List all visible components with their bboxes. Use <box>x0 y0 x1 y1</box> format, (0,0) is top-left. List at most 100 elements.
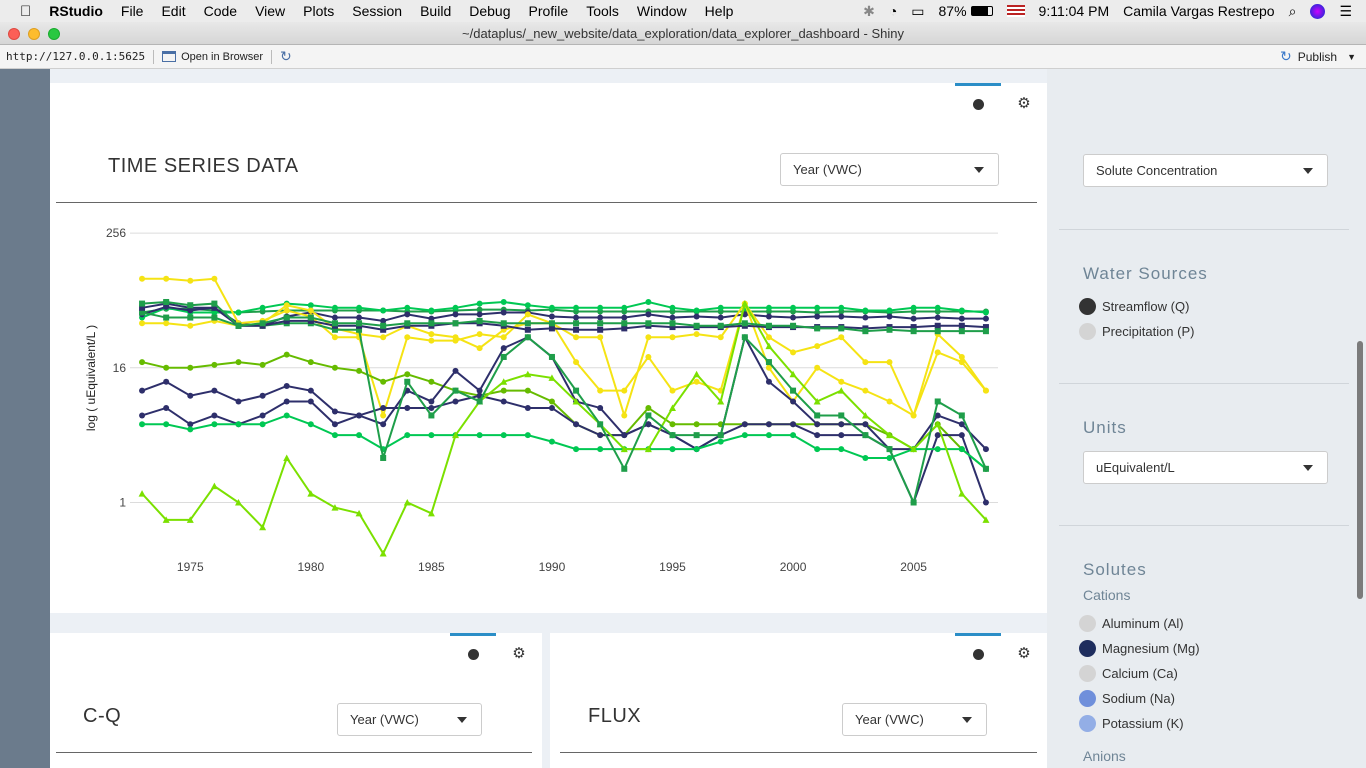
notification-center-icon[interactable]: ☰ <box>1339 3 1352 20</box>
data-point <box>765 359 772 366</box>
caret-down-icon <box>1303 168 1313 174</box>
data-point <box>211 314 218 321</box>
menu-tools[interactable]: Tools <box>586 3 619 19</box>
menu-profile[interactable]: Profile <box>529 3 569 19</box>
option-potassium[interactable]: Potassium (K) <box>1079 715 1184 732</box>
app-url[interactable]: http://127.0.0.1:5625 <box>6 50 145 63</box>
data-point <box>331 314 338 321</box>
menu-app-name[interactable]: RStudio <box>49 3 103 19</box>
dot-icon <box>972 649 984 660</box>
sidebar-divider <box>1059 229 1349 230</box>
data-point <box>597 421 604 428</box>
time-scale-select[interactable]: Year (VWC) <box>780 153 999 186</box>
user-name[interactable]: Camila Vargas Restrepo <box>1123 3 1274 19</box>
data-point <box>621 304 628 311</box>
data-point <box>404 334 411 341</box>
data-point <box>307 307 314 314</box>
units-select[interactable]: uEquivalent/L <box>1083 451 1328 484</box>
data-point <box>187 426 194 433</box>
data-point <box>548 404 555 411</box>
data-point <box>548 353 555 360</box>
menu-view[interactable]: View <box>255 3 285 19</box>
data-point <box>958 353 965 360</box>
data-point <box>428 432 435 439</box>
data-point <box>982 387 989 394</box>
option-label: Streamflow (Q) <box>1102 299 1190 314</box>
data-point <box>838 334 845 341</box>
zoom-window-button[interactable] <box>48 28 60 40</box>
tab-plot[interactable] <box>450 633 496 673</box>
data-point <box>814 421 821 428</box>
minimize-window-button[interactable] <box>28 28 40 40</box>
data-point <box>862 359 869 366</box>
data-point <box>476 300 483 307</box>
flux-time-scale-select[interactable]: Year (VWC) <box>842 703 987 736</box>
data-point <box>524 311 531 318</box>
spotlight-icon[interactable]: ⌕ <box>1289 3 1297 20</box>
data-point <box>838 304 845 311</box>
units-heading: Units <box>1083 418 1127 437</box>
menu-code[interactable]: Code <box>204 3 237 19</box>
data-point <box>645 404 652 411</box>
data-point <box>790 432 797 439</box>
option-magnesium[interactable]: Magnesium (Mg) <box>1079 640 1200 657</box>
menu-debug[interactable]: Debug <box>469 3 510 19</box>
refresh-icon[interactable]: ↻ <box>280 48 292 65</box>
airplay-icon[interactable]: ▭ <box>911 3 924 20</box>
apple-icon[interactable]:  <box>20 3 31 20</box>
option-precipitation[interactable]: Precipitation (P) <box>1079 323 1194 340</box>
toolbar-divider <box>153 49 155 64</box>
publish-button[interactable]: ↻ Publish ▼ <box>1280 48 1356 65</box>
menu-build[interactable]: Build <box>420 3 451 19</box>
window-title: ~/dataplus/_new_website/data_exploration… <box>462 26 904 41</box>
data-point <box>211 421 218 428</box>
bluetooth-icon[interactable]: ✱ <box>863 3 875 20</box>
data-type-select[interactable]: Solute Concentration <box>1083 154 1328 187</box>
data-point <box>597 432 604 439</box>
data-point <box>838 446 845 453</box>
tab-settings[interactable]: ⚙ <box>1001 633 1047 673</box>
siri-icon[interactable] <box>1310 3 1326 19</box>
menu-edit[interactable]: Edit <box>161 3 185 19</box>
panel-title: TIME SERIES DATA <box>108 155 299 177</box>
cq-time-scale-select[interactable]: Year (VWC) <box>337 703 482 736</box>
data-point <box>669 304 676 311</box>
wifi-icon[interactable]: ◔ <box>889 3 897 19</box>
data-point <box>741 432 748 439</box>
page-scrollbar[interactable] <box>1357 341 1363 599</box>
data-point <box>645 334 652 341</box>
menu-window[interactable]: Window <box>637 3 687 19</box>
data-point <box>838 432 845 439</box>
data-point <box>645 320 652 327</box>
tab-settings[interactable]: ⚙ <box>496 633 542 673</box>
data-point <box>717 314 724 321</box>
data-point <box>283 307 290 314</box>
tab-plot[interactable] <box>955 633 1001 673</box>
data-point <box>862 307 869 314</box>
tab-settings[interactable]: ⚙ <box>1001 83 1047 123</box>
water-sources-heading: Water Sources <box>1083 264 1208 283</box>
open-in-browser-button[interactable]: Open in Browser <box>162 51 263 63</box>
panel-divider <box>56 202 1037 203</box>
data-point <box>597 446 604 453</box>
data-point <box>862 454 869 461</box>
option-sodium[interactable]: Sodium (Na) <box>1079 690 1175 707</box>
clock[interactable]: 9:11:04 PM <box>1039 3 1110 19</box>
close-window-button[interactable] <box>8 28 20 40</box>
data-point <box>211 387 218 394</box>
data-point <box>163 275 170 282</box>
menu-file[interactable]: File <box>121 3 144 19</box>
flag-icon[interactable] <box>1006 5 1025 17</box>
option-aluminum[interactable]: Aluminum (Al) <box>1079 615 1184 632</box>
panel-divider <box>560 752 1037 753</box>
option-calcium[interactable]: Calcium (Ca) <box>1079 665 1178 682</box>
data-point <box>790 398 797 405</box>
tab-plot[interactable] <box>955 83 1001 123</box>
menu-help[interactable]: Help <box>705 3 734 19</box>
menu-plots[interactable]: Plots <box>303 3 334 19</box>
menu-session[interactable]: Session <box>352 3 402 19</box>
time-series-chart[interactable]: 256 16 1 1975 1980 1985 1990 1995 2000 2005 log ( … <box>50 223 1047 583</box>
option-streamflow[interactable]: Streamflow (Q) <box>1079 298 1189 315</box>
battery-icon[interactable] <box>970 6 993 16</box>
data-point <box>814 412 821 419</box>
